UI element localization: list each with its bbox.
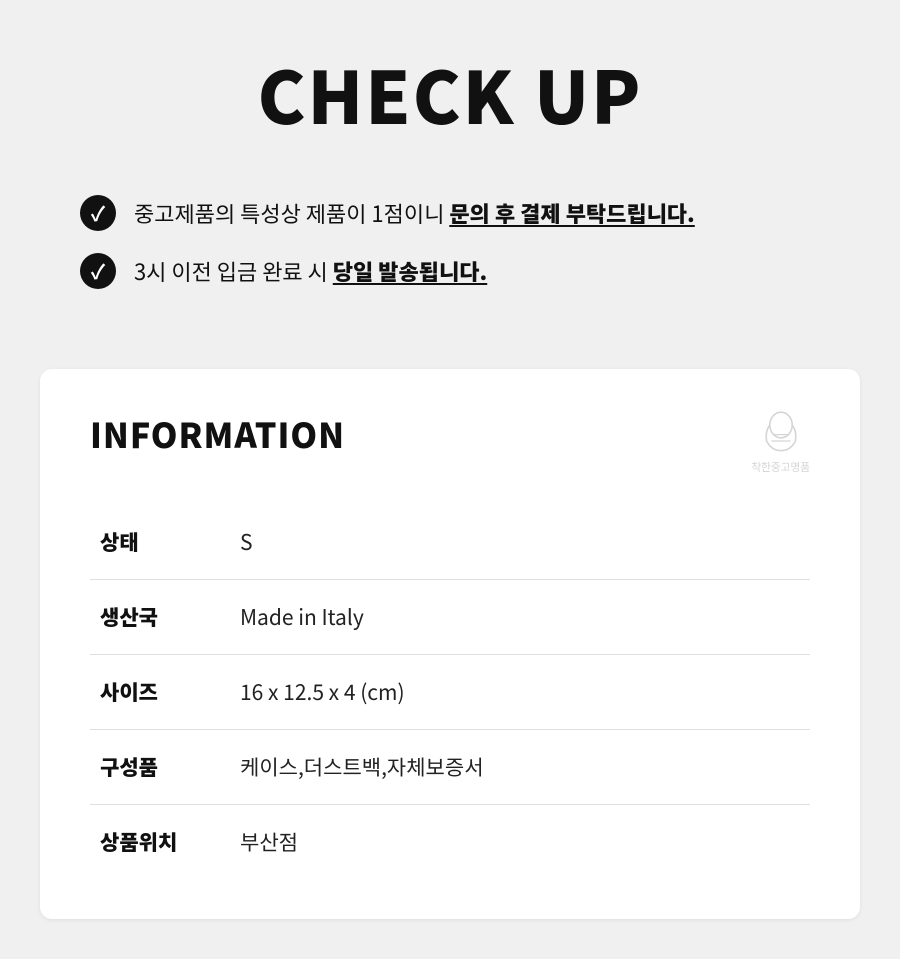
check-item-text-before-1: 중고제품의 특성상 제품이 1점이니 <box>134 197 449 229</box>
row-value-0: S <box>230 505 810 580</box>
row-label-0: 상태 <box>90 505 230 580</box>
info-title: INFORMATION <box>90 409 345 458</box>
check-item-highlight-1: 문의 후 결제 부탁드립니다. <box>449 197 694 229</box>
table-row: 상태 S <box>90 505 810 580</box>
brand-logo-icon <box>757 409 805 457</box>
check-item-text-2: 3시 이전 입금 완료 시 당일 발송됩니다. <box>134 256 487 287</box>
row-value-2: 16 x 12.5 x 4 (cm) <box>230 655 810 730</box>
row-value-4: 부산점 <box>230 805 810 880</box>
list-item: 3시 이전 입금 완료 시 당일 발송됩니다. <box>80 253 820 289</box>
row-value-3: 케이스,더스트백,자체보증서 <box>230 730 810 805</box>
table-row: 생산국 Made in Italy <box>90 580 810 655</box>
info-header: INFORMATION 착한중고명품 <box>90 409 810 475</box>
table-row: 사이즈 16 x 12.5 x 4 (cm) <box>90 655 810 730</box>
row-label-1: 생산국 <box>90 580 230 655</box>
top-section: CHECK UP 중고제품의 특성상 제품이 1점이니 문의 후 결제 부탁드립… <box>0 0 900 339</box>
list-item: 중고제품의 특성상 제품이 1점이니 문의 후 결제 부탁드립니다. <box>80 195 820 231</box>
table-row: 구성품 케이스,더스트백,자체보증서 <box>90 730 810 805</box>
check-item-text-1: 중고제품의 특성상 제품이 1점이니 문의 후 결제 부탁드립니다. <box>134 198 695 229</box>
brand-text: 착한중고명품 <box>751 459 810 475</box>
information-section: INFORMATION 착한중고명품 상태 S 생산국 Made in Ital… <box>40 369 860 919</box>
brand-watermark: 착한중고명품 <box>751 409 810 475</box>
check-item-text-before-2: 3시 이전 입금 완료 시 <box>134 255 333 287</box>
row-label-4: 상품위치 <box>90 805 230 880</box>
check-item-highlight-2: 당일 발송됩니다. <box>333 255 487 287</box>
check-icon-1 <box>80 195 116 231</box>
row-label-2: 사이즈 <box>90 655 230 730</box>
page-title: CHECK UP <box>60 30 840 155</box>
info-table: 상태 S 생산국 Made in Italy 사이즈 16 x 12.5 x 4… <box>90 505 810 879</box>
table-row: 상품위치 부산점 <box>90 805 810 880</box>
row-value-1: Made in Italy <box>230 580 810 655</box>
check-icon-2 <box>80 253 116 289</box>
row-label-3: 구성품 <box>90 730 230 805</box>
check-list: 중고제품의 특성상 제품이 1점이니 문의 후 결제 부탁드립니다. 3시 이전… <box>60 195 840 289</box>
